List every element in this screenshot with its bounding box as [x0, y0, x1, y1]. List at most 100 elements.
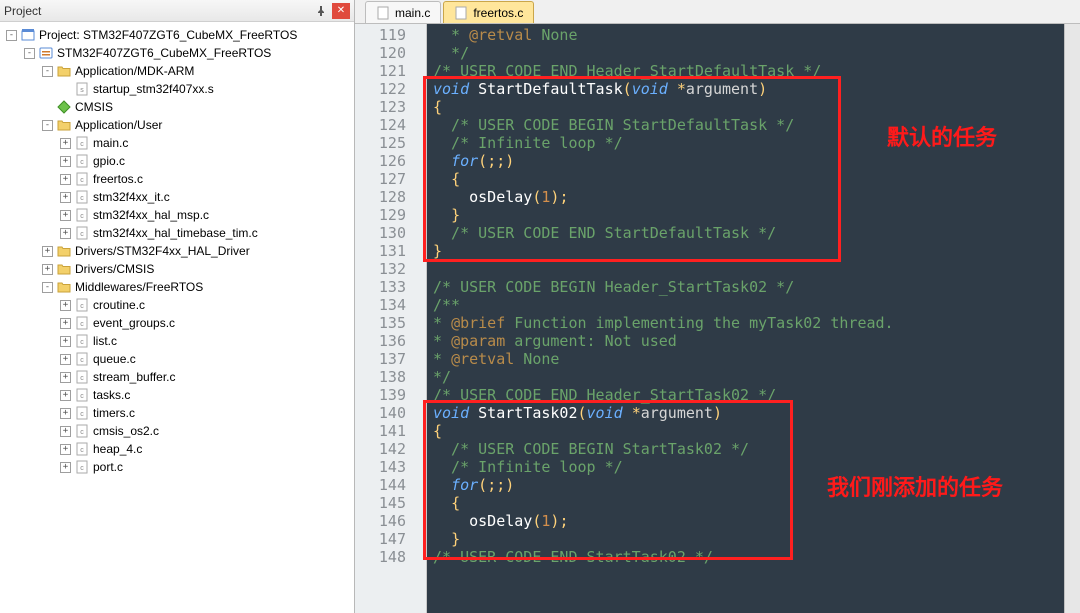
tree-item[interactable]: +cevent_groups.c: [2, 314, 354, 332]
code-line[interactable]: {: [433, 170, 1080, 188]
collapse-icon[interactable]: -: [42, 282, 53, 293]
project-tree[interactable]: -Project: STM32F407ZGT6_CubeMX_FreeRTOS-…: [0, 22, 354, 613]
tree-item[interactable]: +cheap_4.c: [2, 440, 354, 458]
tree-item[interactable]: - Project: STM32F407ZGT6_CubeMX_FreeRTOS: [2, 26, 354, 44]
expand-icon[interactable]: +: [60, 228, 71, 239]
tree-item[interactable]: +cgpio.c: [2, 152, 354, 170]
expand-icon[interactable]: +: [60, 318, 71, 329]
tree-item[interactable]: CMSIS: [2, 98, 354, 116]
code-line[interactable]: {: [433, 98, 1080, 116]
tree-item[interactable]: -Application/User: [2, 116, 354, 134]
tree-item[interactable]: - Application/MDK-ARM: [2, 62, 354, 80]
expand-icon[interactable]: +: [60, 156, 71, 167]
vertical-scrollbar[interactable]: [1064, 24, 1080, 613]
tree-item-label: port.c: [93, 460, 123, 474]
svg-text:c: c: [80, 357, 84, 364]
code-line[interactable]: /**: [433, 296, 1080, 314]
tree-item-label: Application/MDK-ARM: [75, 64, 194, 78]
tree-item[interactable]: +cport.c: [2, 458, 354, 476]
tree-item[interactable]: +ccroutine.c: [2, 296, 354, 314]
expand-icon[interactable]: +: [42, 264, 53, 275]
code-line[interactable]: for(;;): [433, 476, 1080, 494]
folder-icon: [56, 63, 72, 79]
tree-item[interactable]: +clist.c: [2, 332, 354, 350]
code-line[interactable]: osDelay(1);: [433, 512, 1080, 530]
code-line[interactable]: */: [433, 368, 1080, 386]
code-line[interactable]: * @param argument: Not used: [433, 332, 1080, 350]
code-line[interactable]: {: [433, 494, 1080, 512]
svg-text:c: c: [80, 231, 84, 238]
expand-icon[interactable]: +: [60, 192, 71, 203]
tree-item[interactable]: +cstm32f4xx_it.c: [2, 188, 354, 206]
tree-item[interactable]: +cfreertos.c: [2, 170, 354, 188]
code-line[interactable]: */: [433, 44, 1080, 62]
code-content[interactable]: 默认的任务 我们刚添加的任务 * @retval None *//* USER …: [427, 24, 1080, 613]
expand-icon[interactable]: +: [60, 300, 71, 311]
cfile-icon: c: [74, 459, 90, 475]
workspace-icon: [20, 27, 36, 43]
tree-item[interactable]: + Drivers/CMSIS: [2, 260, 354, 278]
tree-item-label: Drivers/CMSIS: [75, 262, 154, 276]
collapse-icon[interactable]: -: [6, 30, 17, 41]
code-line[interactable]: /* USER CODE END StartDefaultTask */: [433, 224, 1080, 242]
expand-icon[interactable]: +: [60, 372, 71, 383]
code-line[interactable]: }: [433, 206, 1080, 224]
editor-tab[interactable]: main.c: [365, 1, 441, 23]
code-line[interactable]: * @retval None: [433, 26, 1080, 44]
expand-icon[interactable]: +: [60, 336, 71, 347]
tree-item[interactable]: +ccmsis_os2.c: [2, 422, 354, 440]
expand-icon[interactable]: +: [42, 246, 53, 257]
tree-item[interactable]: -Middlewares/FreeRTOS: [2, 278, 354, 296]
code-editor[interactable]: 1191201211221231241251261271281291301311…: [355, 24, 1080, 613]
code-line[interactable]: void StartDefaultTask(void *argument): [433, 80, 1080, 98]
code-line[interactable]: void StartTask02(void *argument): [433, 404, 1080, 422]
code-line[interactable]: {: [433, 422, 1080, 440]
code-line[interactable]: /* USER CODE BEGIN Header_StartTask02 */: [433, 278, 1080, 296]
code-line[interactable]: }: [433, 242, 1080, 260]
tree-item[interactable]: -STM32F407ZGT6_CubeMX_FreeRTOS: [2, 44, 354, 62]
expand-icon[interactable]: +: [60, 354, 71, 365]
svg-text:c: c: [80, 159, 84, 166]
tree-item[interactable]: +cqueue.c: [2, 350, 354, 368]
expand-icon[interactable]: +: [60, 444, 71, 455]
tree-item[interactable]: +cmain.c: [2, 134, 354, 152]
tree-item[interactable]: +ctimers.c: [2, 404, 354, 422]
tree-item[interactable]: +cstm32f4xx_hal_msp.c: [2, 206, 354, 224]
tree-item-label: croutine.c: [93, 298, 145, 312]
expand-icon[interactable]: +: [60, 462, 71, 473]
code-line[interactable]: osDelay(1);: [433, 188, 1080, 206]
expand-icon[interactable]: +: [60, 174, 71, 185]
code-line[interactable]: [433, 260, 1080, 278]
expand-icon[interactable]: +: [60, 426, 71, 437]
tree-item[interactable]: +Drivers/STM32F4xx_HAL_Driver: [2, 242, 354, 260]
code-line[interactable]: /* USER CODE BEGIN StartDefaultTask */: [433, 116, 1080, 134]
expand-icon[interactable]: +: [60, 138, 71, 149]
close-panel-button[interactable]: ✕: [332, 3, 350, 19]
pin-icon[interactable]: [312, 3, 330, 19]
code-line[interactable]: /* Infinite loop */: [433, 458, 1080, 476]
code-line[interactable]: /* USER CODE END Header_StartTask02 */: [433, 386, 1080, 404]
tree-item[interactable]: +cstream_buffer.c: [2, 368, 354, 386]
expand-icon[interactable]: +: [60, 390, 71, 401]
tree-item[interactable]: +ctasks.c: [2, 386, 354, 404]
collapse-icon[interactable]: -: [42, 66, 53, 77]
tree-item[interactable]: sstartup_stm32f407xx.s: [2, 80, 354, 98]
code-line[interactable]: /* USER CODE BEGIN StartTask02 */: [433, 440, 1080, 458]
code-line[interactable]: * @brief Function implementing the myTas…: [433, 314, 1080, 332]
tree-item[interactable]: +cstm32f4xx_hal_timebase_tim.c: [2, 224, 354, 242]
code-line[interactable]: /* USER CODE END Header_StartDefaultTask…: [433, 62, 1080, 80]
code-line[interactable]: /* Infinite loop */: [433, 134, 1080, 152]
editor-tab[interactable]: freertos.c: [443, 1, 534, 23]
collapse-icon[interactable]: -: [24, 48, 35, 59]
asm-icon: s: [74, 81, 90, 97]
tree-item-label: startup_stm32f407xx.s: [93, 82, 214, 96]
code-line[interactable]: * @retval None: [433, 350, 1080, 368]
expand-icon[interactable]: +: [60, 210, 71, 221]
collapse-icon[interactable]: -: [42, 120, 53, 131]
code-line[interactable]: for(;;): [433, 152, 1080, 170]
svg-text:c: c: [80, 393, 84, 400]
tree-item-label: Project: STM32F407ZGT6_CubeMX_FreeRTOS: [39, 28, 297, 42]
code-line[interactable]: }: [433, 530, 1080, 548]
code-line[interactable]: /* USER CODE END StartTask02 */: [433, 548, 1080, 566]
expand-icon[interactable]: +: [60, 408, 71, 419]
